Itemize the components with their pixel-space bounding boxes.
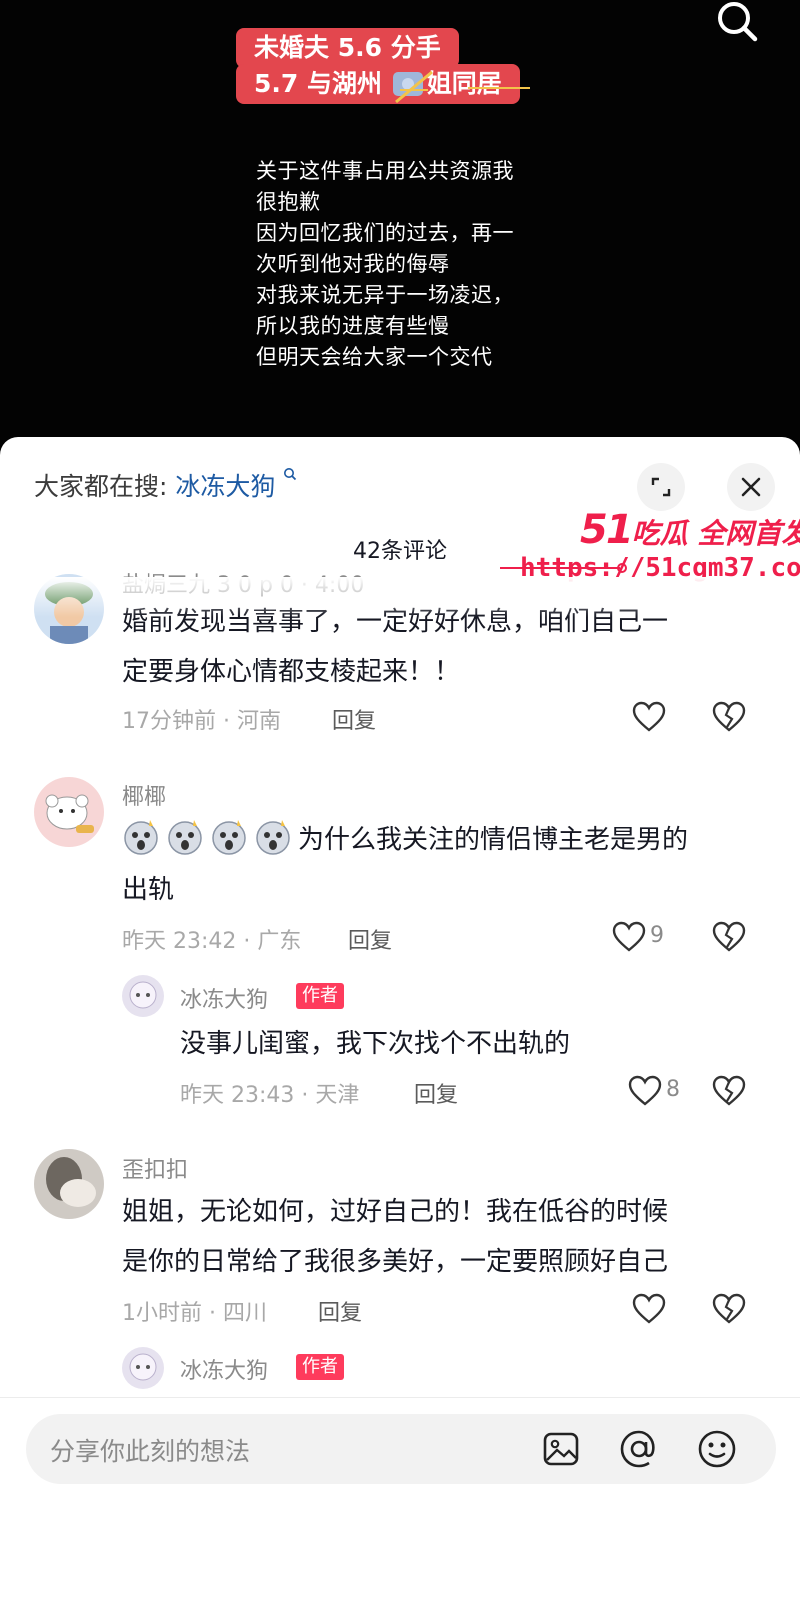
avatar[interactable] (34, 1149, 104, 1219)
dislike-heart-icon[interactable] (712, 701, 746, 733)
avatar-image (122, 1347, 164, 1389)
strikethrough-mark-icon (395, 70, 433, 104)
avatar-image (34, 1149, 104, 1219)
search-suggestion-prefix: 大家都在搜: (34, 472, 168, 501)
close-icon (741, 477, 761, 497)
dislike-heart-icon[interactable] (712, 1293, 746, 1325)
caption-line-2: 5.7 与湖州 姐同居 (236, 64, 530, 104)
dislike-heart-icon[interactable] (712, 1075, 746, 1107)
like-heart-icon[interactable] (628, 1075, 662, 1107)
video-text-line: 因为回忆我们的过去，再一 (256, 221, 514, 245)
watermark-title: 51吃瓜 全网首发 (580, 507, 800, 553)
reply-button[interactable]: 回复 (332, 703, 376, 735)
video-text-line: 次听到他对我的侮辱 (256, 252, 450, 276)
caption-line-1: 未婚夫 5.6 分手 (236, 28, 459, 68)
avatar[interactable] (122, 975, 164, 1017)
dislike-heart-icon[interactable] (712, 921, 746, 953)
search-button[interactable] (710, 0, 768, 48)
comment-meta: 17分钟前 · 河南 (122, 709, 281, 734)
video-text-line: 对我来说无异于一场凌迟， (256, 283, 514, 307)
video-text-line: 所以我的进度有些慢 (256, 314, 450, 338)
like-heart-icon[interactable] (632, 701, 666, 733)
comment-meta: 1小时前 · 四川 (122, 1301, 267, 1326)
expand-icon (651, 477, 671, 497)
video-area[interactable]: 未婚夫 5.6 分手 5.7 与湖州 姐同居 关于这件事占用公共资源我 很抱歉 … (0, 0, 800, 445)
search-suggestion-keyword[interactable]: 冰冻大狗 (175, 472, 275, 501)
comment-text: 没事儿闺蜜，我下次找个不出轨的 (180, 1029, 571, 1059)
video-text-line: 但明天会给大家一个交代 (256, 345, 493, 369)
search-small-icon (283, 467, 297, 485)
comment-text: 姐姐，无论如何，过好自己的！我在低谷的时候 是你的日常给了我很多美好，一定要照顾… (122, 1197, 669, 1277)
comment-input-bar: 分享你此刻的想法 (0, 1397, 800, 1615)
search-suggestion[interactable]: 大家都在搜: 冰冻大狗 (34, 467, 297, 503)
comment-username[interactable]: 椰椰 (122, 779, 166, 811)
comment-meta: 昨天 23:43 · 天津 (180, 1083, 360, 1108)
like-heart-icon[interactable] (632, 1293, 666, 1325)
scroll-fade (0, 577, 800, 617)
comment-sheet: 大家都在搜: 冰冻大狗 42条评论 51吃瓜 全网首发 https://51cg… (0, 437, 800, 1615)
comment-meta: 昨天 23:42 · 广东 (122, 929, 302, 954)
avatar-image (34, 777, 104, 847)
comment-username[interactable]: 冰冻大狗 (180, 1353, 268, 1385)
comment-username[interactable]: 冰冻大狗 (180, 982, 268, 1014)
reply-button[interactable]: 回复 (414, 1077, 458, 1109)
search-icon (718, 2, 758, 42)
emoji-icon[interactable] (696, 1428, 738, 1470)
at-mention-icon[interactable] (618, 1428, 660, 1470)
reply-button[interactable]: 回复 (348, 923, 392, 955)
strikethrough-line (468, 87, 530, 89)
comment-input[interactable]: 分享你此刻的想法 (26, 1414, 776, 1484)
image-icon[interactable] (540, 1428, 582, 1470)
shocked-face-emoji-icon (124, 820, 158, 855)
like-count: 8 (666, 1077, 680, 1102)
video-caption: 未婚夫 5.6 分手 5.7 与湖州 姐同居 (236, 28, 530, 104)
avatar-image (122, 975, 164, 1017)
shocked-face-emoji-icon (212, 820, 246, 855)
author-badge: 作者 (296, 983, 344, 1009)
avatar[interactable] (34, 777, 104, 847)
like-count: 9 (650, 923, 664, 948)
comment-username[interactable]: 歪扣扣 (122, 1152, 188, 1184)
reply-button[interactable]: 回复 (318, 1295, 362, 1327)
shocked-face-emoji-icon (256, 820, 290, 855)
comment-text: 为什么我关注的情侣博主老是男的 出轨 (122, 815, 688, 915)
video-text-line: 关于这件事占用公共资源我 (256, 159, 514, 183)
video-text: 关于这件事占用公共资源我 很抱歉 因为回忆我们的过去，再一 次听到他对我的侮辱 … (256, 156, 586, 373)
like-heart-icon[interactable] (612, 921, 646, 953)
video-text-line: 很抱歉 (256, 190, 321, 214)
shocked-face-emoji-icon (168, 820, 202, 855)
comment-input-placeholder: 分享你此刻的想法 (50, 1437, 251, 1466)
avatar[interactable] (122, 1347, 164, 1389)
author-badge: 作者 (296, 1354, 344, 1380)
